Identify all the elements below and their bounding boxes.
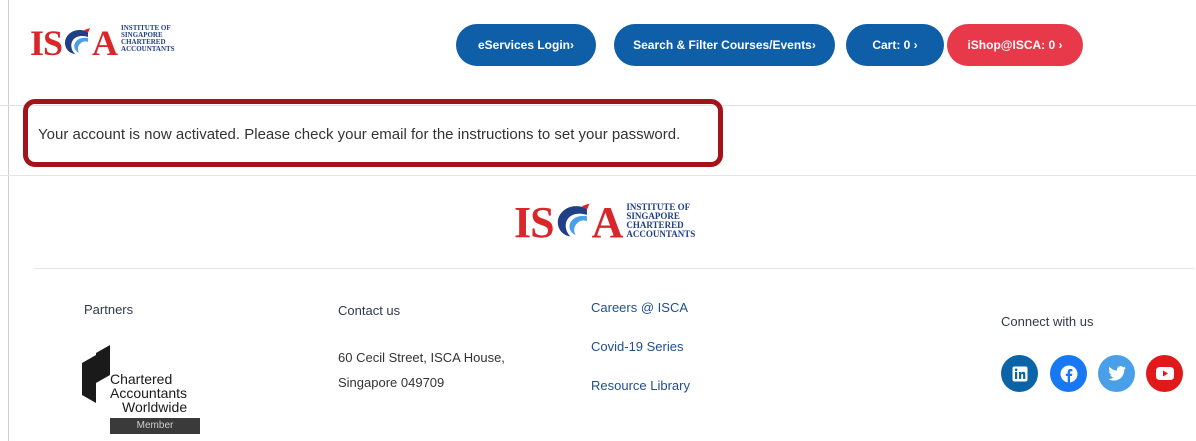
caw-member-badge: Member [110, 418, 200, 434]
twitter-icon[interactable] [1098, 355, 1135, 392]
message-highlight-box [23, 99, 723, 167]
footer-logo-letters-a: A [591, 198, 624, 247]
covid-series-link[interactable]: Covid-19 Series [591, 339, 684, 354]
facebook-icon[interactable] [1050, 355, 1087, 392]
chartered-accountants-worldwide-logo[interactable]: Chartered Accountants Worldwide Member [82, 345, 202, 437]
eservices-login-button[interactable]: eServices Login› [456, 24, 596, 66]
isca-logo[interactable]: IS A INSTITUTE OF SINGAPORE CHARTERED AC… [30, 22, 175, 64]
linkedin-icon[interactable] [1001, 355, 1038, 392]
activation-message-area: Your account is now activated. Please ch… [0, 99, 1196, 176]
caw-text-line: Chartered [110, 371, 173, 387]
partners-title: Partners [84, 302, 134, 317]
address-line: Singapore 049709 [338, 375, 445, 390]
logo-letters-a: A [92, 23, 118, 63]
footer-logo-tagline: INSTITUTE OF SINGAPORE CHARTERED ACCOUNT… [626, 202, 696, 239]
resource-library-link[interactable]: Resource Library [591, 378, 690, 393]
careers-link[interactable]: Careers @ ISCA [591, 300, 688, 315]
address-line: 60 Cecil Street, ISCA House, [338, 350, 505, 365]
logo-tagline: INSTITUTE OF SINGAPORE CHARTERED ACCOUNT… [121, 25, 175, 53]
site-header: IS A INSTITUTE OF SINGAPORE CHARTERED AC… [0, 0, 1196, 106]
logo-tagline-line: ACCOUNTANTS [626, 228, 696, 239]
youtube-icon[interactable] [1146, 355, 1183, 392]
footer-logo-letters-is: IS [514, 198, 555, 247]
lion-emblem-icon [62, 26, 92, 61]
contact-address: 60 Cecil Street, ISCA House, Singapore 0… [338, 345, 505, 395]
footer-divider [34, 268, 1194, 269]
search-filter-courses-button[interactable]: Search & Filter Courses/Events› [614, 24, 835, 66]
caw-text-line: Worldwide [122, 399, 188, 415]
lion-emblem-icon [554, 201, 592, 244]
footer-isca-logo[interactable]: IS A INSTITUTE OF SINGAPORE CHARTERED AC… [514, 197, 695, 248]
ishop-button[interactable]: iShop@ISCA: 0 › [947, 24, 1083, 66]
caw-mark-icon [82, 345, 110, 403]
logo-tagline-line: ACCOUNTANTS [121, 45, 175, 53]
logo-letters-is: IS [30, 23, 63, 63]
caw-text-line: Accountants [110, 385, 188, 401]
connect-title: Connect with us [1001, 314, 1094, 329]
contact-title: Contact us [338, 303, 401, 318]
cart-button[interactable]: Cart: 0 › [846, 24, 944, 66]
